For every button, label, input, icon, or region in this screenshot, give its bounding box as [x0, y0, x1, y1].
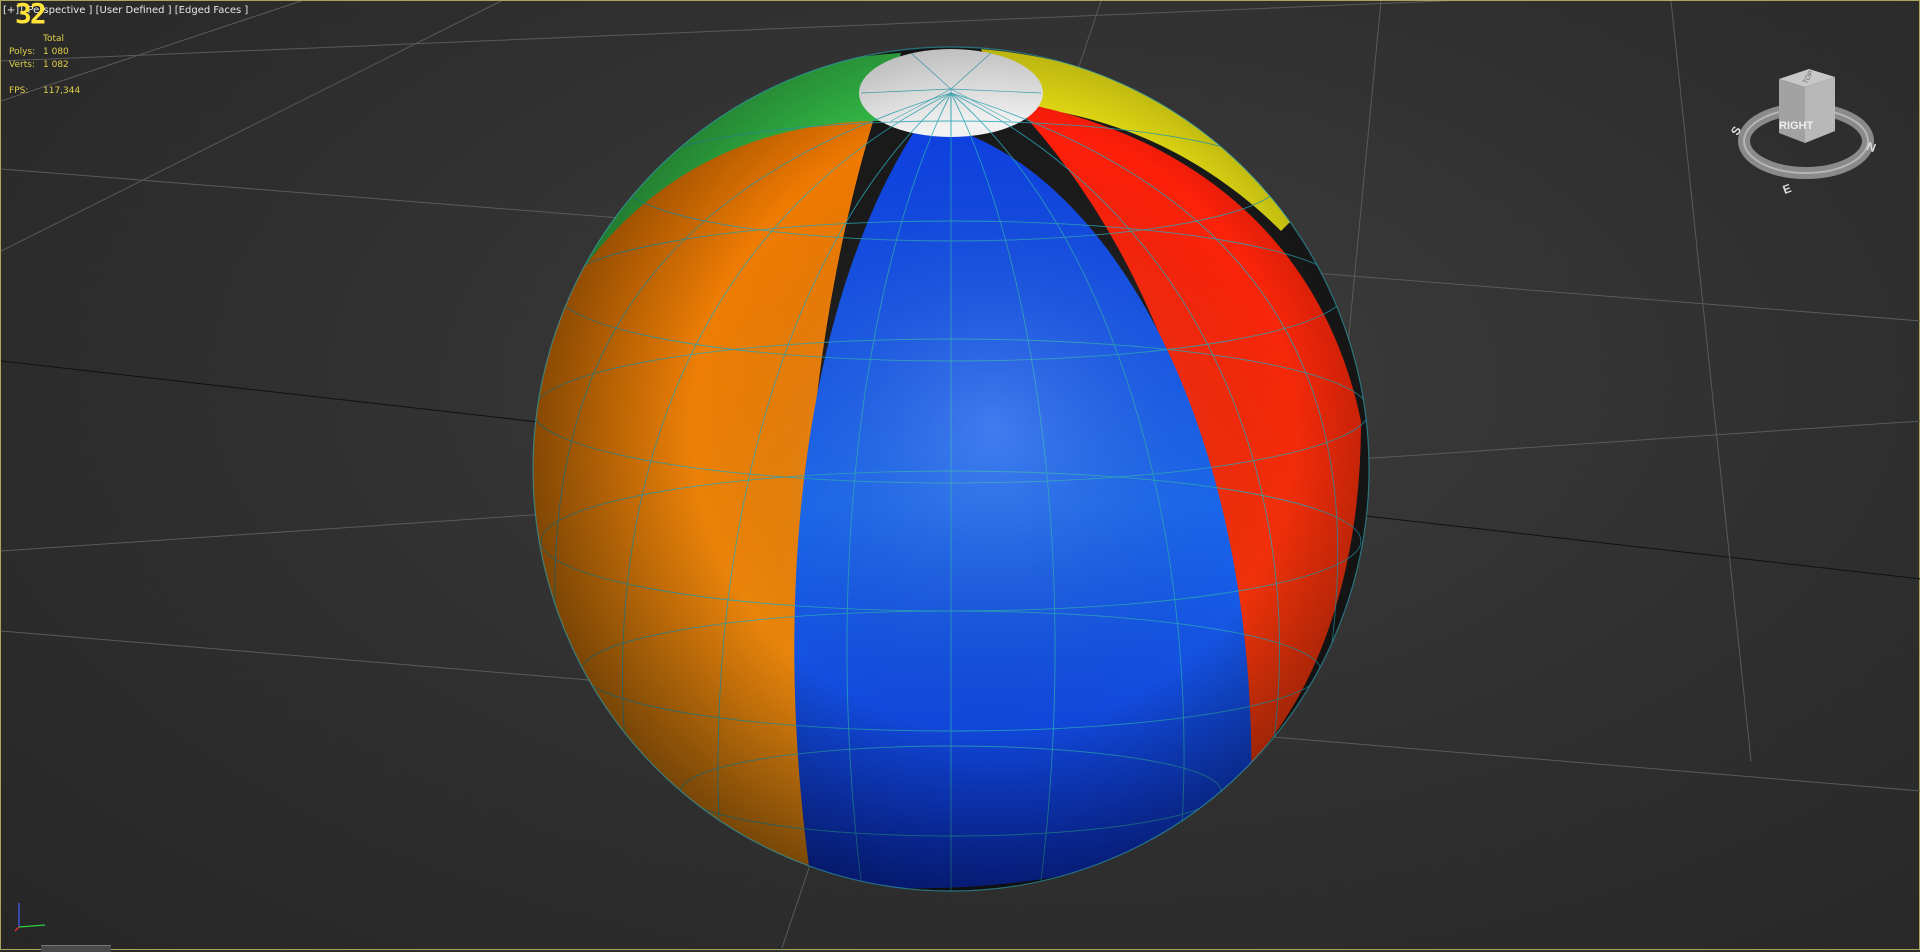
verts-value: 1 082 [43, 60, 69, 70]
overlay-number: 32 [15, 0, 47, 30]
fps-value: 117,344 [43, 86, 81, 96]
viewport-shading-menu[interactable]: [User Defined ] [96, 5, 172, 16]
verts-label: Verts: [9, 60, 35, 70]
viewcube-right-face [1779, 79, 1805, 143]
axis-tripod-icon [11, 899, 51, 940]
beach-ball-mesh[interactable] [521, 47, 1369, 891]
viewport-label: [+] 32 [ Perspective ] [User Defined ] [… [3, 0, 249, 28]
fps-label: FPS: [9, 86, 29, 96]
viewcube[interactable]: RIGHT TOP S E N [1728, 61, 1881, 201]
timeline-scrubber[interactable] [41, 945, 111, 952]
compass-east: E [1781, 181, 1793, 197]
perspective-viewport[interactable]: [+] 32 [ Perspective ] [User Defined ] [… [0, 0, 1920, 952]
polys-value: 1 080 [43, 47, 69, 57]
polys-label: Polys: [9, 47, 36, 57]
stats-header: Total [43, 34, 65, 44]
viewcube-front-face [1805, 77, 1835, 143]
viewcube-face-label: RIGHT [1779, 120, 1814, 132]
scene-canvas[interactable] [1, 1, 1920, 951]
viewport-edges-menu[interactable]: [Edged Faces ] [175, 5, 249, 16]
